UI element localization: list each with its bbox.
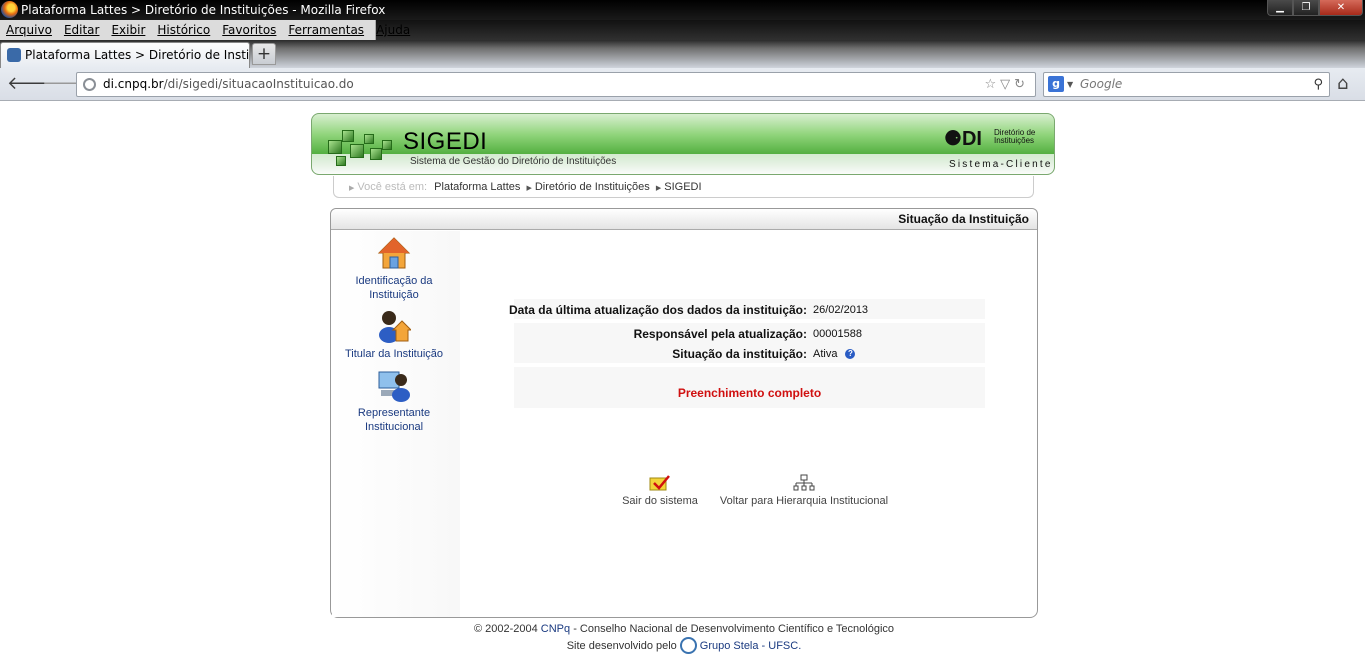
sidebar-item-identificacao[interactable]: Identificação da Instituição <box>331 236 457 302</box>
breadcrumb-item: SIGEDI <box>664 181 702 193</box>
system-subtitle: Sistema de Gestão do Diretório de Instit… <box>410 156 617 167</box>
search-engine-dropdown-icon[interactable]: ▼ <box>1067 73 1073 96</box>
sigedi-header: SIGEDI Sistema de Gestão do Diretório de… <box>311 113 1055 175</box>
forward-arrow-icon[interactable]: 🡒 <box>42 74 90 96</box>
search-bar[interactable]: g ▼ Google ⚲ <box>1043 72 1330 97</box>
help-icon[interactable]: ? <box>845 349 856 359</box>
sidebar-item-label: Identificação da Instituição <box>355 275 433 301</box>
sigedi-logo-icon <box>320 120 400 172</box>
responsible-label: Responsável pela atualização: <box>633 327 807 341</box>
status-label: Situação da instituição: <box>672 347 807 361</box>
reload-icon[interactable]: ↻ <box>1014 77 1029 92</box>
last-update-label: Data da última atualização dos dados da … <box>508 303 807 317</box>
panel-header: Situação da Instituição <box>331 209 1037 230</box>
breadcrumb: ▶ Você está em: Plataforma Lattes ▶ Diretó… <box>333 176 1034 198</box>
system-name: SIGEDI <box>403 128 488 155</box>
url-bar[interactable]: di.cnpq.br/di/sigedi/situacaoInstituicao… <box>76 72 1036 97</box>
menu-exibir[interactable]: Exibir <box>111 23 145 37</box>
stela-link[interactable]: Grupo Stela - UFSC. <box>700 640 801 652</box>
menu-favoritos[interactable]: Favoritos <box>222 23 276 37</box>
status-value: Ativa <box>813 348 838 360</box>
status-value-wrap: Ativa? <box>813 348 856 360</box>
lattes-favicon-icon <box>7 48 21 62</box>
last-update-value: 26/02/2013 <box>813 304 869 316</box>
sidebar-item-titular[interactable]: Titular da Instituição <box>331 309 457 361</box>
url-domain: di.cnpq.br <box>103 77 164 91</box>
responsible-value: 00001588 <box>813 328 862 340</box>
completion-status: Preenchimento completo <box>514 367 985 408</box>
breadcrumb-item[interactable]: Diretório de Instituições <box>535 181 650 193</box>
logout-icon <box>649 475 670 491</box>
globe-icon <box>83 78 96 91</box>
sidebar-item-label: Representante Institucional <box>357 407 431 433</box>
di-logo: ⚈DI <box>944 128 982 150</box>
minimize-button[interactable]: ▁ <box>1267 0 1293 16</box>
home-icon[interactable]: ⌂ <box>1337 73 1348 94</box>
info-row: Data da última atualização dos dados da … <box>509 299 985 319</box>
new-tab-button[interactable]: + <box>252 43 276 65</box>
window-titlebar: Plataforma Lattes > Diretório de Institu… <box>0 0 1365 20</box>
sidebar-item-label: Titular da Instituição <box>344 348 444 360</box>
url-bar-actions: ☆▽↻ <box>984 73 1029 96</box>
page-footer: © 2002-2004 CNPq - Conselho Nacional de … <box>473 623 895 654</box>
close-button[interactable]: ✕ <box>1319 0 1363 16</box>
info-row: Responsável pela atualização: 00001588 <box>514 323 985 343</box>
cnpq-link[interactable]: CNPq <box>541 623 570 635</box>
search-placeholder: Google <box>1080 77 1123 91</box>
firefox-icon <box>1 1 18 18</box>
browser-tab[interactable]: Plataforma Lattes > Diretório de Institu… <box>0 42 250 68</box>
menu-editar[interactable]: Editar <box>64 23 100 37</box>
client-label: Sistema-Cliente <box>949 159 1053 170</box>
back-arrow-icon[interactable]: 🡐 <box>7 74 55 96</box>
stela-logo-icon <box>679 637 697 654</box>
breadcrumb-item[interactable]: Plataforma Lattes <box>434 181 520 193</box>
user-computer-icon <box>377 368 411 402</box>
menu-historico[interactable]: Histórico <box>157 23 210 37</box>
panel-title: Situação da Instituição <box>898 212 1029 226</box>
breadcrumb-prefix: Você está em: <box>357 181 428 193</box>
menu-ferramentas[interactable]: Ferramentas <box>288 23 364 37</box>
window-title: Plataforma Lattes > Diretório de Institu… <box>21 3 386 17</box>
hierarchy-icon <box>793 474 815 491</box>
search-icon[interactable]: ⚲ <box>1313 73 1323 96</box>
url-path: /di/sigedi/situacaoInstituicao.do <box>163 77 354 91</box>
sidebar-item-representante[interactable]: Representante Institucional <box>331 368 457 434</box>
user-house-icon <box>377 309 413 343</box>
dropdown-arrow-icon[interactable]: ▽ <box>1000 77 1014 92</box>
hierarchy-button[interactable]: Voltar para Hierarquia Institucional <box>716 474 892 507</box>
maximize-button[interactable]: ❐ <box>1293 0 1319 16</box>
house-icon <box>377 236 411 270</box>
tab-label: Plataforma Lattes > Diretório de Institu… <box>25 48 250 62</box>
menu-bar: Arquivo Editar Exibir Histórico Favorito… <box>0 20 410 40</box>
menu-ajuda[interactable]: Ajuda <box>376 23 410 37</box>
google-icon[interactable]: g <box>1048 76 1064 92</box>
bookmark-star-icon[interactable]: ☆ <box>984 77 1000 92</box>
logout-label: Sair do sistema <box>622 495 698 507</box>
hierarchy-label: Voltar para Hierarquia Institucional <box>719 495 889 507</box>
info-row: Situação da instituição: Ativa? <box>514 343 985 363</box>
menu-arquivo[interactable]: Arquivo <box>6 23 52 37</box>
di-logo-label: Diretório de Instituições <box>994 128 1036 145</box>
logout-button[interactable]: Sair do sistema <box>620 474 700 507</box>
